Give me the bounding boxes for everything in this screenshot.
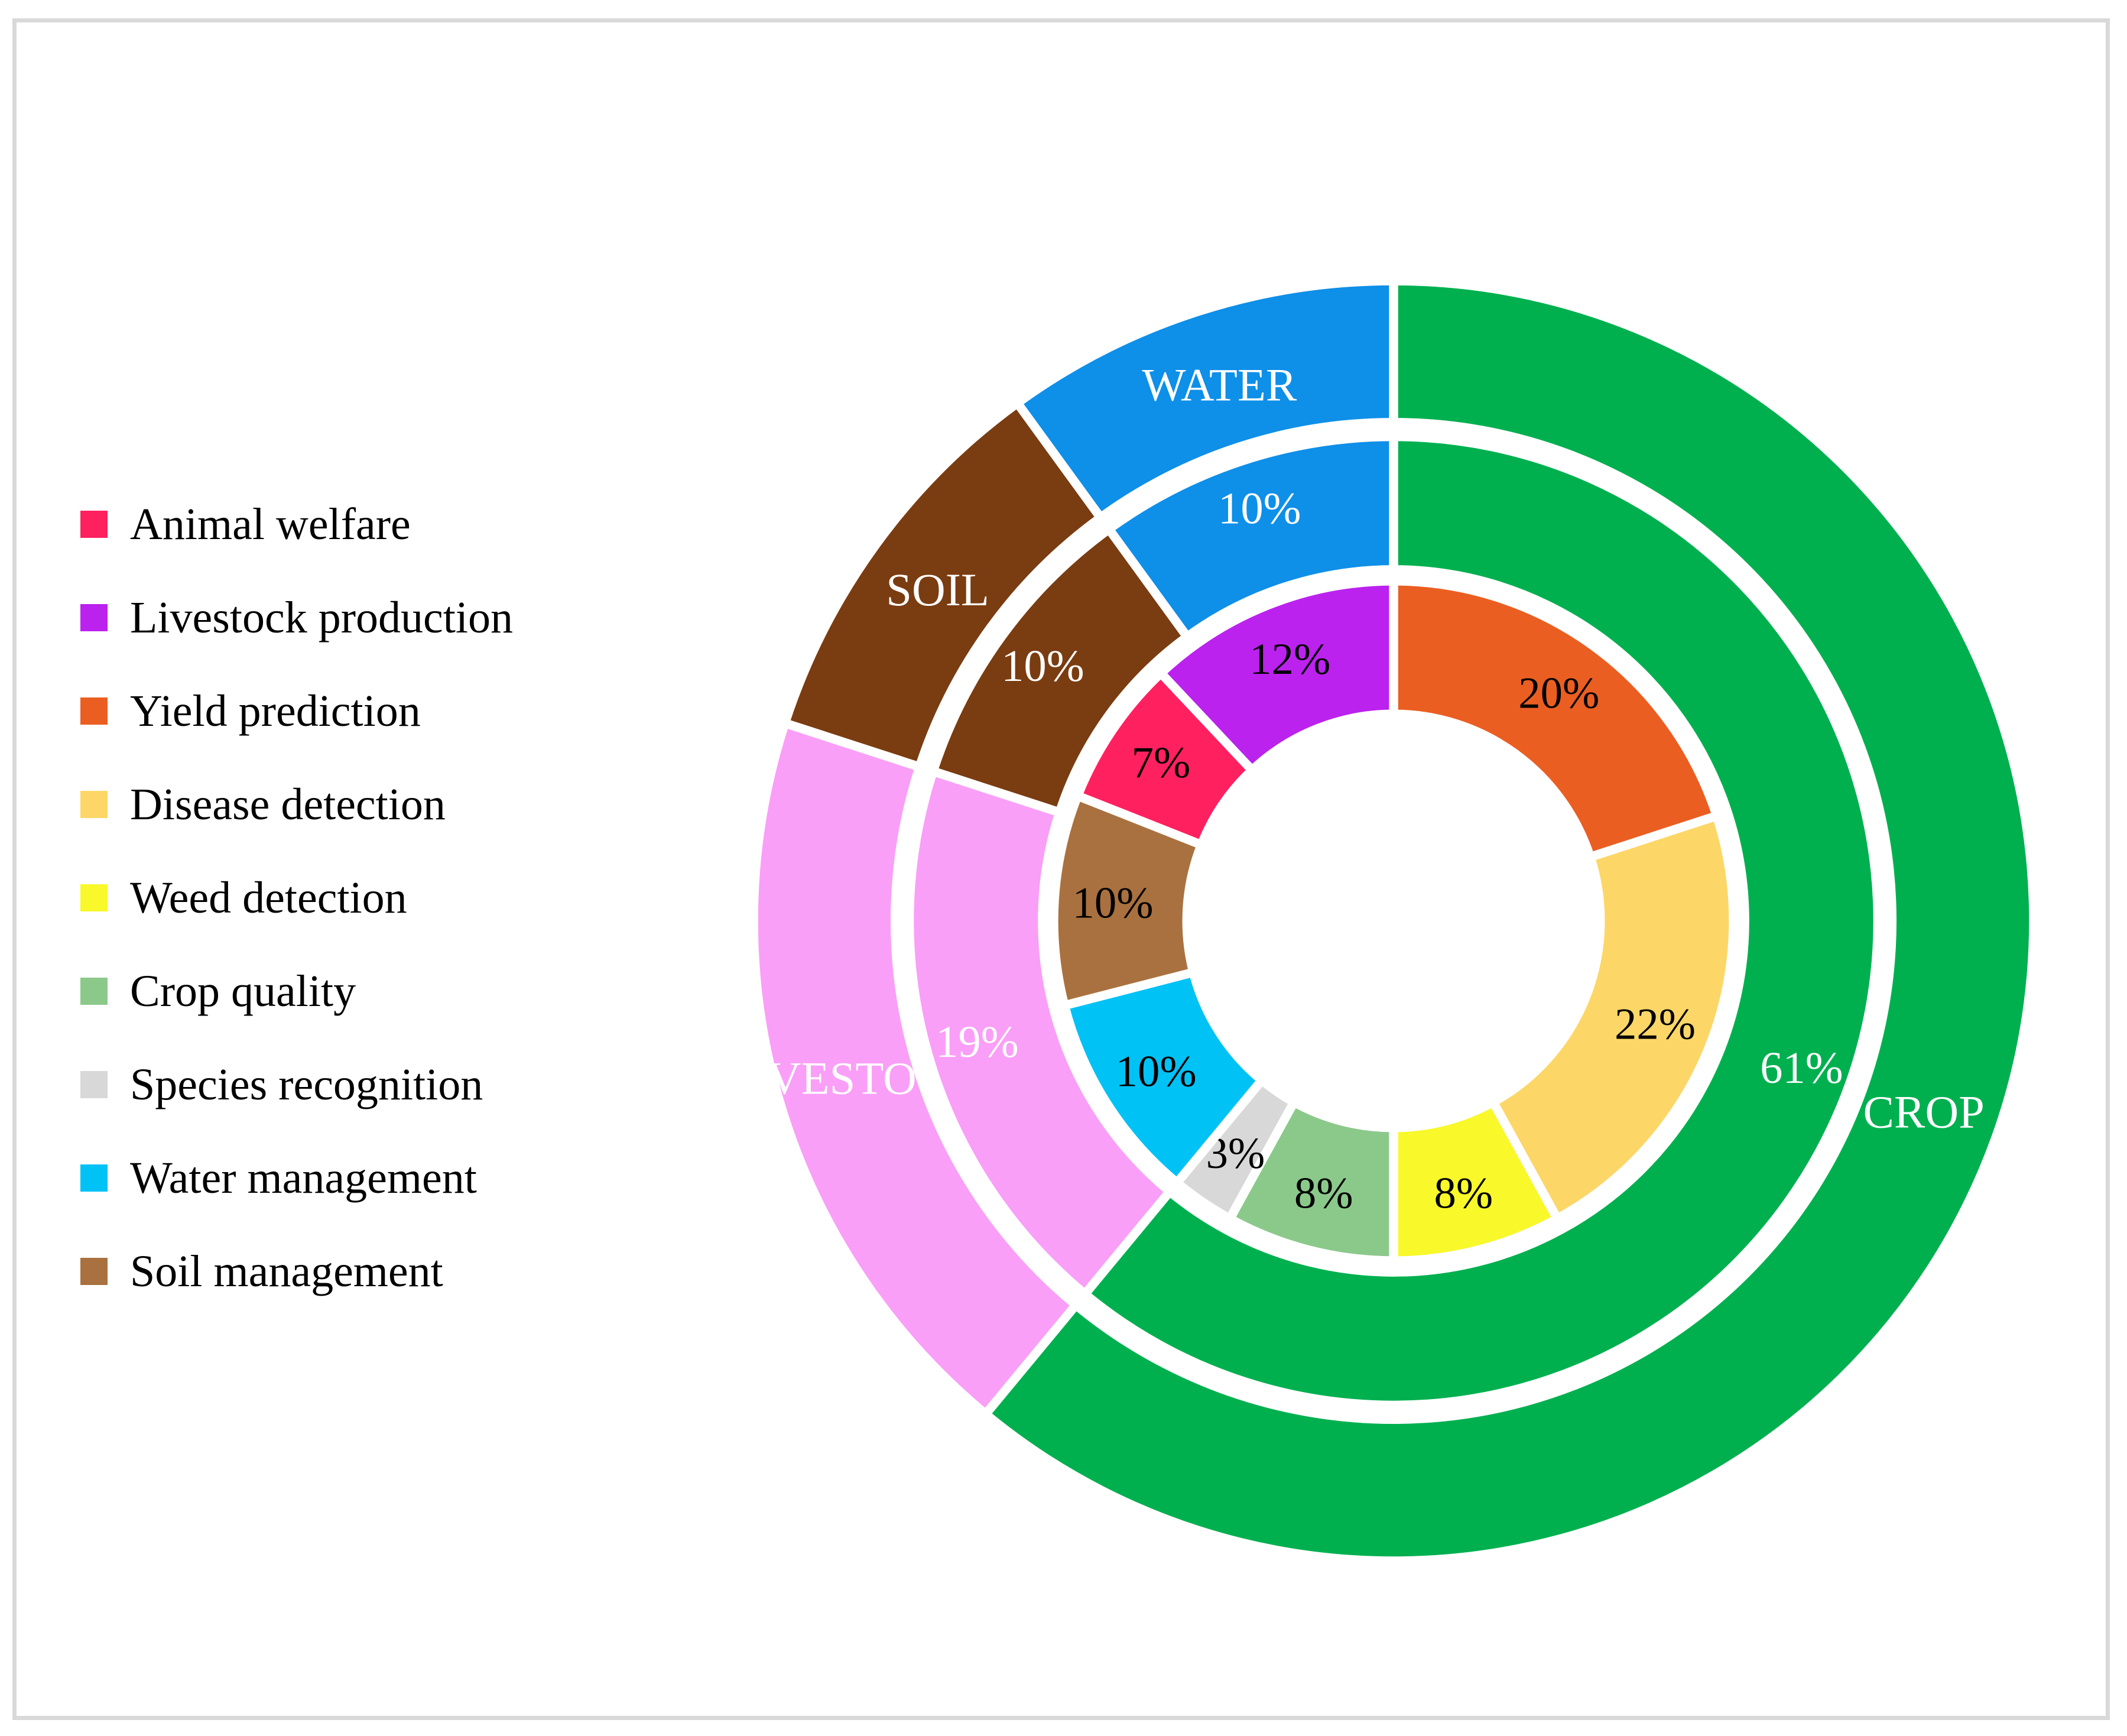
sunburst-slice-label: 10%: [1116, 1047, 1197, 1096]
legend-item-label: Soil management: [130, 1247, 443, 1296]
legend-item: Disease detection: [80, 758, 671, 851]
figure-frame: Animal welfare Livestock production Yield …: [12, 18, 2110, 1720]
sunburst-slice-label: 19%: [936, 1017, 1019, 1067]
legend-item: Species recognition: [80, 1038, 671, 1131]
sunburst-slice-label: 10%: [1001, 641, 1084, 691]
legend-item: Water management: [80, 1131, 671, 1225]
legend-swatch-icon: [80, 1071, 108, 1098]
sunburst-slice-label: WATER: [1142, 359, 1297, 411]
legend-swatch-icon: [80, 791, 108, 818]
legend-item: Livestock production: [80, 571, 671, 664]
sunburst-slice-label: 7%: [1132, 738, 1191, 787]
sunburst-slice-label: 8%: [1434, 1169, 1493, 1218]
legend-swatch-icon: [80, 1258, 108, 1285]
legend-item-label: Water management: [130, 1153, 477, 1203]
legend-item-label: Animal welfare: [130, 499, 411, 549]
legend-item: Crop quality: [80, 945, 671, 1038]
legend-item-label: Livestock production: [130, 593, 513, 643]
sunburst-ring-inner: 20%22%8%8%3%10%10%7%12%: [1049, 576, 1738, 1266]
legend-swatch-icon: [80, 697, 108, 725]
sunburst-slice-label: SOIL: [886, 564, 989, 615]
legend-item: Soil management: [80, 1225, 671, 1318]
legend-item-label: Crop quality: [130, 966, 356, 1016]
sunburst-slice-label: 61%: [1760, 1043, 1843, 1093]
sunburst-slice-label: CROP: [1863, 1086, 1985, 1138]
legend-swatch-icon: [80, 978, 108, 1005]
legend-item-label: Disease detection: [130, 780, 446, 829]
legend-item-label: Species recognition: [130, 1060, 483, 1109]
legend-item: Yield prediction: [80, 664, 671, 758]
sunburst-slice-label: 10%: [1218, 484, 1301, 534]
legend-item: Animal welfare: [80, 478, 671, 571]
legend-swatch-icon: [80, 1164, 108, 1192]
sunburst-slice-label: 20%: [1518, 669, 1599, 718]
sunburst-slice-label: 22%: [1615, 1000, 1696, 1049]
legend-swatch-icon: [80, 511, 108, 538]
chart-legend: Animal welfare Livestock production Yield …: [80, 478, 671, 1318]
legend-swatch-icon: [80, 604, 108, 631]
sunburst-slice-label: 8%: [1294, 1169, 1353, 1218]
sunburst-svg: CROPLIVESTOCKSOILWATER61%19%10%10%20%22%…: [724, 276, 2038, 1566]
legend-item-label: Weed detection: [130, 873, 407, 923]
sunburst-slice-label: 10%: [1073, 879, 1154, 928]
legend-item: Weed detection: [80, 851, 671, 945]
legend-swatch-icon: [80, 884, 108, 911]
legend-item-label: Yield prediction: [130, 686, 421, 736]
sunburst-chart: CROP LIVESTOCK SOIL WATER 61% 19% 10% 10% 20% 22%…: [714, 241, 2073, 1601]
sunburst-slice-label: 12%: [1249, 635, 1330, 684]
